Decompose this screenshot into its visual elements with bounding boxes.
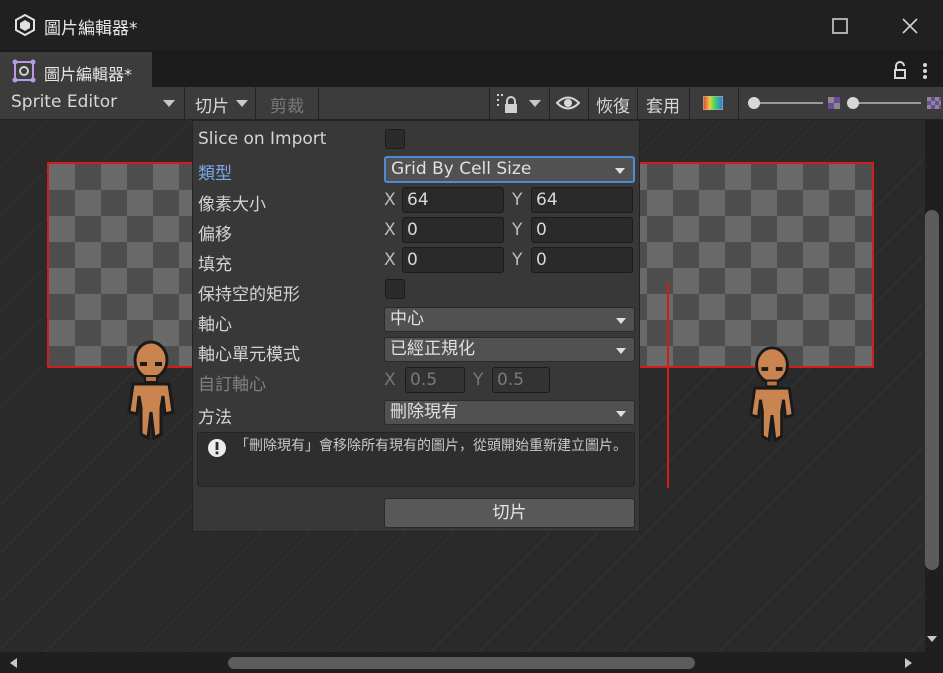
chevron-down-icon [616,348,626,354]
character-sprite [749,346,795,443]
chevron-down-icon [529,100,541,107]
divider [255,87,256,119]
slice-menu-button[interactable]: 切片 [195,92,229,117]
divider [738,87,739,119]
method-dropdown[interactable]: 刪除現有 [384,400,635,425]
maximize-icon[interactable] [826,12,854,40]
type-value: Grid By Cell Size [391,159,532,179]
keep-empty-rects-checkbox[interactable] [385,279,405,299]
padding-y-label: Y [512,250,523,270]
divider [689,87,690,119]
custom-pivot-y-label: Y [473,370,484,390]
divider [549,87,550,119]
title-bar [0,0,943,50]
chevron-down-icon [616,318,626,324]
tab-label: 圖片編輯器* [44,65,133,84]
window-title: 圖片編輯器* [44,19,138,39]
offset-x-label: X [384,220,396,240]
apply-button[interactable]: 套用 [646,92,680,117]
offset-label: 偏移 [198,225,232,245]
scroll-left-icon[interactable] [8,657,18,669]
revert-button[interactable]: 恢復 [596,92,630,117]
pivot-unit-mode-dropdown[interactable]: 已經正規化 [384,337,635,362]
mode-dropdown[interactable]: Sprite Editor [11,92,117,112]
custom-pivot-x-field[interactable]: 0.5 [405,367,465,393]
alert-icon [208,439,226,457]
pivot-label: 軸心 [198,315,232,335]
pixel-size-label: 像素大小 [198,195,266,215]
slice-divider [667,282,669,488]
eye-icon[interactable] [556,94,580,112]
chevron-down-icon [236,100,248,107]
custom-pivot-label: 自訂軸心 [198,375,266,395]
help-text: 「刪除現有」會移除所有現有的圖片，從頭開始重新建立圖片。 [235,438,627,454]
method-value: 刪除現有 [390,402,458,422]
lock-dropdown-icon[interactable] [496,92,520,114]
pixel-size-x-label: X [384,190,396,210]
divider [588,87,589,119]
unity-icon [15,14,35,36]
padding-y-field[interactable]: 0 [531,247,633,273]
type-dropdown[interactable]: Grid By Cell Size [384,156,635,183]
type-label: 類型 [198,164,232,184]
character-sprite [127,340,175,441]
offset-y-field[interactable]: 0 [531,217,633,243]
custom-pivot-y-field[interactable]: 0.5 [492,367,550,393]
slice-on-import-label: Slice on Import [198,129,327,149]
divider [489,87,490,119]
chevron-down-icon [615,168,625,174]
keep-empty-rects-label: 保持空的矩形 [198,285,300,305]
padding-label: 填充 [198,255,232,275]
close-icon[interactable] [896,12,924,40]
scroll-right-icon[interactable] [904,657,914,669]
custom-pivot-x-label: X [384,370,396,390]
offset-y-label: Y [512,220,523,240]
pivot-value: 中心 [390,309,424,329]
pivot-dropdown[interactable]: 中心 [384,307,635,332]
divider [637,87,638,119]
pixel-size-y-field[interactable]: 64 [531,187,633,213]
trim-button[interactable]: 剪裁 [270,92,304,117]
zoom-slider[interactable] [745,93,843,113]
vertical-scroll-thumb[interactable] [925,210,939,570]
slice-button[interactable]: 切片 [384,498,635,528]
slice-on-import-checkbox[interactable] [385,129,405,149]
pivot-unit-mode-label: 軸心單元模式 [198,345,300,365]
padding-x-label: X [384,250,396,270]
lock-icon[interactable] [892,61,908,79]
horizontal-scroll-thumb[interactable] [228,657,695,669]
mip-slider[interactable] [843,93,943,113]
divider [318,87,319,119]
scroll-down-icon[interactable] [927,636,937,642]
pixel-size-x-field[interactable]: 64 [402,187,504,213]
color-channel-icon[interactable] [703,96,723,110]
pixel-size-y-label: Y [512,190,523,210]
padding-x-field[interactable]: 0 [402,247,504,273]
sprite-editor-tab-icon [12,59,36,83]
offset-x-field[interactable]: 0 [402,217,504,243]
divider [184,87,185,119]
pivot-unit-mode-value: 已經正規化 [390,339,475,359]
method-label: 方法 [198,408,232,428]
more-icon[interactable] [920,62,930,80]
chevron-down-icon [163,100,175,107]
chevron-down-icon [616,411,626,417]
